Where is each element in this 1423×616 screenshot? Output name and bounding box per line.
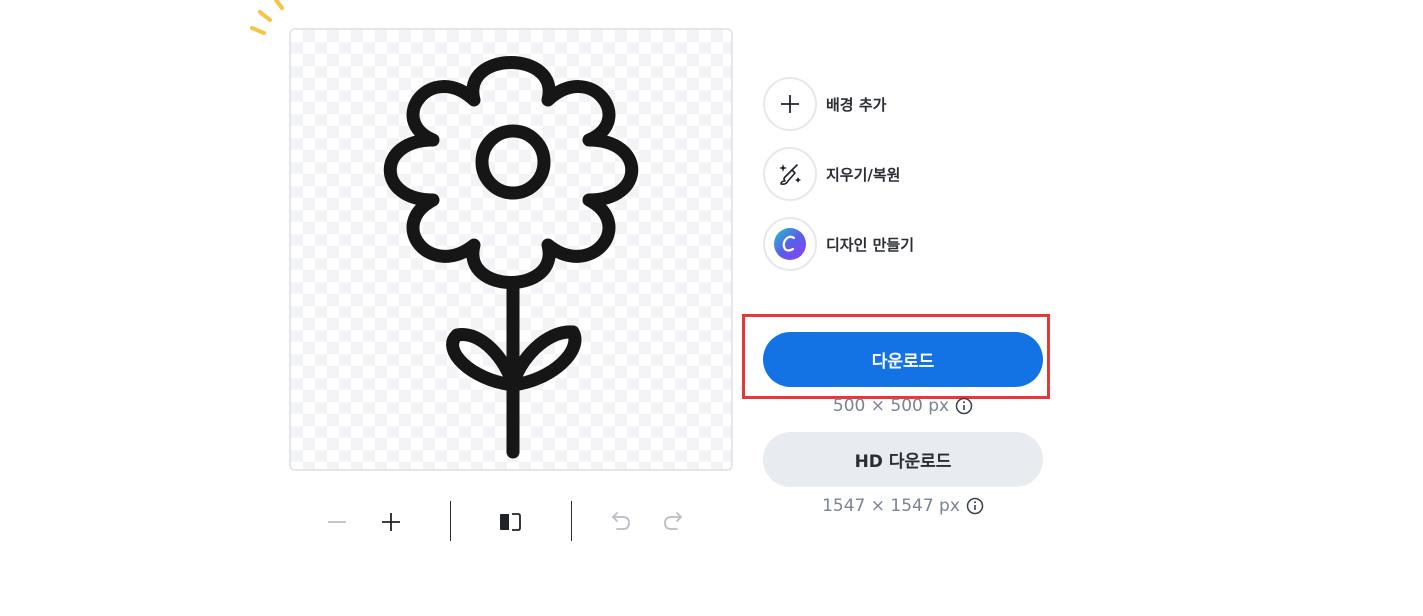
add-background-label: 배경 추가 [826,95,887,114]
image-preview-canvas [289,28,733,471]
info-icon[interactable] [955,397,973,415]
background-remover-result: 배경 추가 지우기/복원 디자인 만들기 다운로드 500 × 500 px H… [0,0,1423,616]
hd-size-info: 1547 × 1547 px [763,496,1043,516]
toolbar-divider [571,501,572,541]
plus-icon [763,77,817,131]
info-icon[interactable] [966,497,984,515]
canvas-toolbar [318,500,698,542]
create-design-action[interactable]: 디자인 만들기 [763,216,914,272]
zoom-out-icon[interactable] [321,506,353,538]
add-background-action[interactable]: 배경 추가 [763,76,886,132]
hd-download-button[interactable]: HD 다운로드 [763,432,1043,487]
download-size-label: 500 × 500 px [832,396,950,416]
download-button[interactable]: 다운로드 [763,332,1043,387]
magic-brush-icon [763,147,817,201]
flip-icon[interactable] [494,506,526,538]
create-design-label: 디자인 만들기 [826,235,915,254]
flower-line-art-image [383,56,639,459]
sparkle-decoration-icon [250,0,284,35]
undo-icon[interactable] [604,506,636,538]
erase-restore-label: 지우기/복원 [826,165,901,184]
redo-icon[interactable] [658,506,690,538]
erase-restore-action[interactable]: 지우기/복원 [763,146,900,202]
zoom-in-icon[interactable] [375,506,407,538]
hd-size-label: 1547 × 1547 px [822,496,960,516]
canva-logo-icon [763,217,817,271]
download-size-info: 500 × 500 px [763,396,1043,416]
toolbar-divider [450,501,451,541]
